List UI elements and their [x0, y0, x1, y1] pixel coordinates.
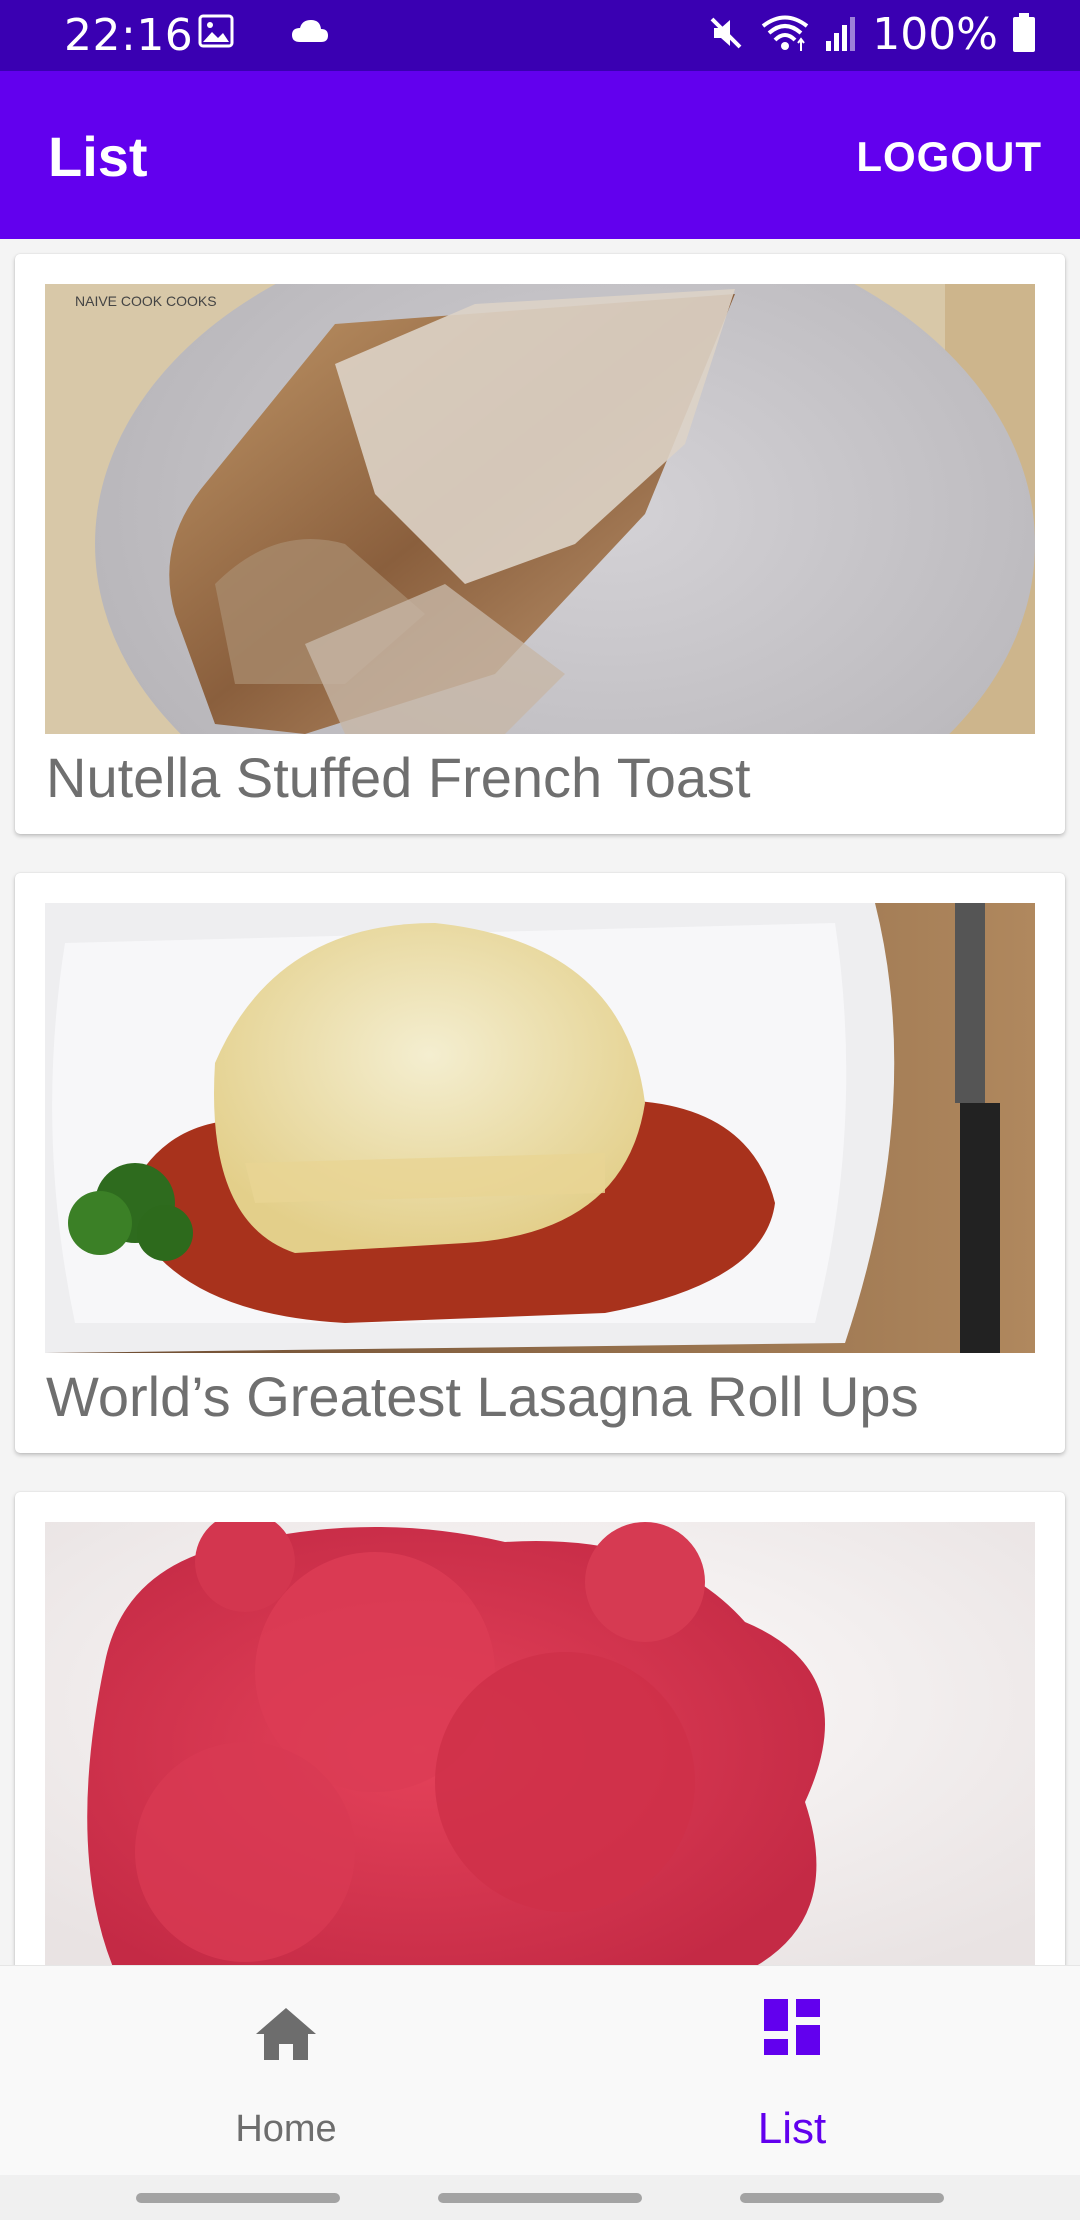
system-gesture-bar [0, 2175, 1080, 2220]
bottom-navigation: Home List [0, 1965, 1080, 2176]
status-bar: 22:16 100% [0, 0, 1080, 71]
status-notification-icons [198, 14, 330, 53]
signal-icon [824, 13, 858, 58]
cloud-icon [290, 18, 330, 49]
wifi-icon [760, 13, 810, 58]
app-bar: List LOGOUT [0, 71, 1080, 239]
recipe-title: World’s Greatest Lasagna Roll Ups [46, 1365, 919, 1428]
recipe-image-raspberry-sorbet [45, 1522, 1035, 1965]
nav-item-home[interactable]: Home [16, 1966, 556, 2176]
home-icon [254, 2006, 318, 2067]
image-watermark-text: NAIVE COOK COOKS [75, 293, 217, 309]
recipe-card[interactable]: World’s Greatest Lasagna Roll Ups [15, 873, 1065, 1453]
nav-label-home: Home [235, 2108, 337, 2150]
image-icon [198, 14, 234, 53]
recipe-image-french-toast: NAIVE COOK COOKS [45, 284, 1035, 734]
logout-button[interactable]: LOGOUT [856, 133, 1042, 181]
battery-icon [1012, 12, 1036, 58]
gesture-pill-center[interactable] [438, 2193, 642, 2203]
recipe-list[interactable]: NAIVE COOK COOKS Nutella Stuffed French … [0, 239, 1080, 1965]
page-title: List [48, 125, 148, 188]
nav-label-list: List [757, 2104, 827, 2153]
status-system-icons: 100% [706, 10, 1036, 60]
mute-icon [706, 13, 746, 58]
gesture-pill-left[interactable] [136, 2193, 340, 2203]
nav-item-list[interactable]: List [522, 1966, 1062, 2176]
status-time: 22:16 [64, 10, 194, 61]
recipe-title: Nutella Stuffed French Toast [46, 746, 751, 809]
battery-percentage: 100% [872, 9, 998, 60]
recipe-card[interactable] [15, 1492, 1065, 1965]
dashboard-icon [763, 1998, 821, 2061]
gesture-pill-right[interactable] [740, 2193, 944, 2203]
recipe-card[interactable]: NAIVE COOK COOKS Nutella Stuffed French … [15, 254, 1065, 834]
recipe-image-lasagna [45, 903, 1035, 1353]
